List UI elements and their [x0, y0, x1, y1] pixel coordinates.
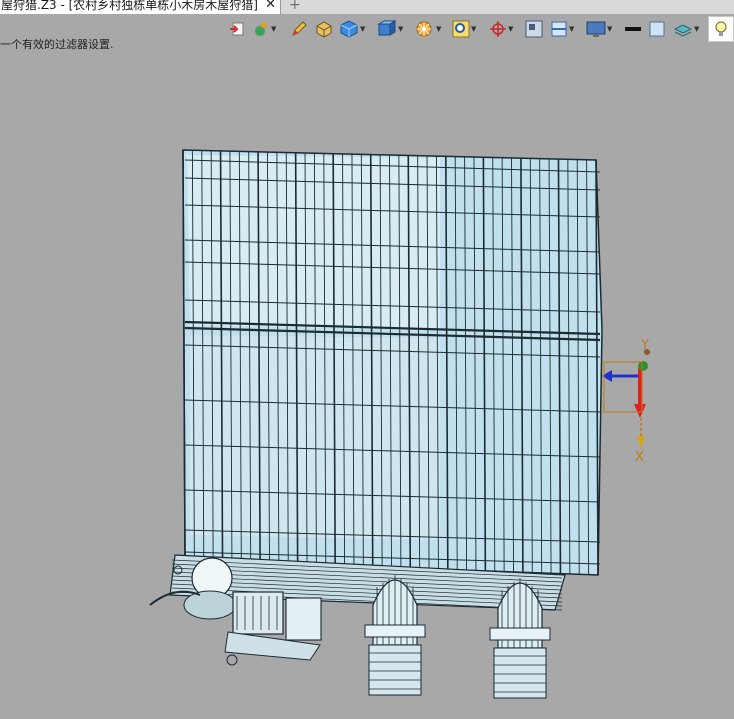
smoker-box — [232, 591, 284, 635]
view-orientation-dropdown-icon[interactable]: ▼ — [398, 25, 403, 33]
zoom-fit-icon — [452, 20, 470, 38]
light-button[interactable] — [708, 16, 734, 42]
display-dropdown-icon[interactable]: ▼ — [607, 25, 612, 33]
chair-right-armrest — [489, 627, 551, 641]
line-color-button[interactable] — [624, 18, 642, 40]
view-cube-icon — [377, 20, 397, 36]
document-tab-title: 屋狩猎.Z3 - [农村乡村独栋单栋小木房木屋狩猎] — [1, 0, 258, 12]
render-mode-icon — [416, 21, 432, 37]
background-color-button[interactable] — [648, 18, 666, 40]
side-table — [285, 597, 322, 641]
axis-triad-icon — [490, 21, 506, 37]
3d-viewport[interactable]: Y X — [0, 50, 734, 719]
axis-triad-dropdown-icon[interactable]: ▼ — [508, 25, 513, 33]
house-wireframe-model — [149, 149, 603, 699]
x-axis-leader-head — [637, 436, 645, 448]
layer-icon — [673, 24, 693, 37]
shaded-cube-button[interactable]: ▼ — [339, 18, 365, 40]
section-icon — [551, 21, 567, 37]
pencil-icon — [292, 21, 307, 36]
filter-button[interactable] — [228, 18, 246, 40]
solid-box-icon — [316, 21, 332, 38]
line-color-icon — [625, 27, 641, 31]
layer-dropdown-icon[interactable]: ▼ — [694, 25, 699, 33]
document-tab-bar: 屋狩猎.Z3 - [农村乡村独栋单栋小木房木屋狩猎] ✕ + — [0, 0, 734, 14]
axis-triad-button[interactable]: ▼ — [489, 18, 513, 40]
grid-icon — [525, 20, 543, 38]
axis-triad[interactable]: Y X — [602, 338, 650, 465]
section-button[interactable]: ▼ — [550, 18, 574, 40]
render-mode-dropdown-icon[interactable]: ▼ — [436, 25, 441, 33]
layer-button[interactable]: ▼ — [673, 18, 699, 40]
grid-button[interactable] — [525, 18, 543, 40]
snap-button[interactable]: ▼ — [252, 18, 276, 40]
new-tab-button[interactable]: + — [289, 0, 301, 13]
chair-right-seat — [493, 647, 547, 699]
tab-close-icon[interactable]: ✕ — [265, 0, 276, 14]
solid-box-button[interactable] — [315, 18, 333, 40]
y-axis-label: Y — [640, 338, 649, 353]
view-orientation-button[interactable]: ▼ — [377, 18, 403, 40]
background-color-icon — [649, 21, 665, 37]
zoom-fit-dropdown-icon[interactable]: ▼ — [471, 25, 476, 33]
filter-icon — [230, 22, 244, 36]
model-view[interactable]: Y X — [0, 50, 734, 719]
zoom-fit-button[interactable]: ▼ — [452, 18, 476, 40]
section-dropdown-icon[interactable]: ▼ — [569, 25, 574, 33]
snap-icon — [255, 22, 267, 36]
document-tab[interactable]: 屋狩猎.Z3 - [农村乡村独栋单栋小木房木屋狩猎] ✕ — [0, 0, 281, 14]
light-bulb-icon — [715, 21, 727, 36]
x-axis-arrowhead — [634, 404, 646, 418]
render-mode-button[interactable]: ▼ — [415, 18, 441, 40]
cart-wheel — [226, 654, 238, 666]
x-axis-label: X — [635, 450, 644, 465]
grill-base — [183, 590, 237, 620]
chair-left-seat — [368, 644, 422, 696]
blue-cube-icon — [340, 20, 358, 38]
display-button[interactable]: ▼ — [586, 18, 612, 40]
shaded-cube-dropdown-icon[interactable]: ▼ — [360, 25, 365, 33]
snap-dropdown-icon[interactable]: ▼ — [271, 25, 276, 33]
sketch-button[interactable] — [290, 18, 308, 40]
chair-left-armrest — [364, 624, 426, 638]
display-icon — [586, 21, 606, 37]
